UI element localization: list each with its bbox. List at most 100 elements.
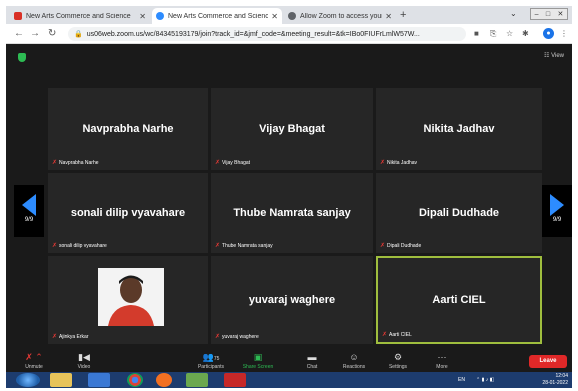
participants-button[interactable]: 👥75 Participants bbox=[189, 352, 233, 370]
tab-close-icon[interactable]: ✕ bbox=[385, 12, 392, 21]
participants-icon: 👥75 bbox=[202, 352, 220, 362]
tab-close-icon[interactable]: ✕ bbox=[139, 12, 146, 21]
share-icon[interactable]: ⎘ bbox=[490, 29, 496, 39]
url-text: us06web.zoom.us/wc/84345193179/join?trac… bbox=[86, 30, 420, 38]
muted-mic-icon: ✗ bbox=[52, 243, 58, 249]
star-icon[interactable]: ☆ bbox=[506, 29, 513, 38]
encryption-shield-icon[interactable] bbox=[18, 53, 26, 62]
muted-mic-icon: ✗ bbox=[380, 243, 386, 249]
language-indicator[interactable]: EN bbox=[458, 377, 465, 383]
page-indicator: 9/9 bbox=[552, 217, 562, 223]
tab-search-icon[interactable]: ⌄ bbox=[510, 9, 517, 18]
participant-name: Nikita Jadhav bbox=[423, 123, 495, 135]
participant-label: ✗ Thube Namrata sanjay bbox=[215, 242, 273, 250]
tab-2[interactable]: New Arts Commerce and Science ✕ bbox=[152, 8, 282, 24]
unmute-button[interactable]: ✗ ⌃ Unmute bbox=[12, 352, 56, 370]
gear-icon: ⚙ bbox=[393, 352, 403, 362]
muted-mic-icon: ✗ bbox=[215, 334, 221, 340]
pdf-reader-icon[interactable] bbox=[224, 373, 246, 387]
camera-icon[interactable]: ■ bbox=[474, 29, 479, 38]
participant-photo bbox=[98, 268, 164, 326]
media-player-icon[interactable] bbox=[156, 373, 172, 387]
globe-icon bbox=[288, 12, 296, 20]
start-button[interactable] bbox=[16, 373, 40, 387]
internet-explorer-icon[interactable] bbox=[88, 373, 110, 387]
chat-button[interactable]: ▬ Chat bbox=[290, 352, 334, 370]
share-screen-button[interactable]: ▣ Share Screen bbox=[236, 352, 280, 370]
participant-tile[interactable]: Thube Namrata sanjay ✗ Thube Namrata sanj… bbox=[211, 173, 373, 253]
participant-tile[interactable]: Dipali Dudhade ✗ Dipali Dudhade bbox=[376, 173, 542, 253]
participant-tile[interactable]: ✗ Ajinkya Erkar bbox=[48, 256, 208, 344]
participant-label-text: Thube Namrata sanjay bbox=[222, 242, 273, 249]
participant-label-text: Ajinkya Erkar bbox=[59, 333, 89, 340]
participant-name: yuvaraj waghere bbox=[248, 294, 336, 306]
muted-mic-icon: ✗ bbox=[382, 332, 388, 338]
tab-3[interactable]: Allow Zoom to access your came ✕ bbox=[284, 8, 396, 24]
tab-close-icon[interactable]: ✕ bbox=[271, 12, 278, 21]
tab-2-label: New Arts Commerce and Science bbox=[168, 12, 269, 20]
forward-icon[interactable]: → bbox=[30, 28, 40, 39]
participant-label-text: yuvaraj waghere bbox=[222, 333, 259, 340]
participant-name: Aarti CIEL bbox=[432, 294, 486, 306]
participant-name: Thube Namrata sanjay bbox=[233, 207, 351, 219]
participant-tile[interactable]: Vijay Bhagat ✗ Vijay Bhagat bbox=[211, 88, 373, 170]
chrome-icon[interactable] bbox=[127, 373, 143, 387]
share-screen-icon: ▣ bbox=[253, 352, 263, 362]
file-explorer-icon[interactable] bbox=[50, 373, 72, 387]
participant-name: sonali dilip vyavahare bbox=[70, 207, 186, 219]
leave-button[interactable]: Leave bbox=[529, 355, 567, 368]
minimize-icon[interactable]: – bbox=[535, 11, 539, 18]
participant-tile-active-speaker[interactable]: Aarti CIEL ✗ Aarti CIEL bbox=[376, 256, 542, 344]
back-icon[interactable]: ← bbox=[14, 28, 24, 39]
view-button[interactable]: ☷ View bbox=[544, 52, 564, 59]
browser-tab-strip: New Arts Commerce and Science ✕ New Arts… bbox=[6, 6, 572, 24]
tab-1-label: New Arts Commerce and Science bbox=[26, 12, 131, 20]
participant-label-text: sonali dilip vyavahare bbox=[59, 242, 107, 249]
new-tab-button[interactable]: + bbox=[400, 9, 406, 21]
settings-label: Settings bbox=[388, 364, 408, 370]
muted-mic-icon: ✗ bbox=[380, 160, 386, 166]
arrow-right-icon bbox=[550, 194, 564, 216]
settings-button[interactable]: ⚙ Settings bbox=[376, 352, 420, 370]
window-controls: – □ ✕ bbox=[530, 8, 568, 20]
muted-mic-icon: ✗ bbox=[215, 243, 221, 249]
participants-label: Participants bbox=[197, 364, 225, 370]
reactions-button[interactable]: ☺ Reactions bbox=[332, 352, 376, 370]
next-page-button[interactable]: 9/9 bbox=[542, 185, 572, 237]
unmute-label: Unmute bbox=[25, 364, 43, 370]
zoom-icon bbox=[156, 12, 164, 20]
participant-label: ✗ Navprabha Narhe bbox=[52, 159, 99, 167]
close-window-icon[interactable]: ✕ bbox=[557, 10, 563, 18]
previous-page-button[interactable]: 9/9 bbox=[14, 185, 44, 237]
participant-label-text: Nikita Jadhav bbox=[387, 159, 418, 166]
share-screen-label: Share Screen bbox=[242, 364, 274, 370]
participant-tile[interactable]: sonali dilip vyavahare ✗ sonali dilip vya… bbox=[48, 173, 208, 253]
view-label: View bbox=[551, 53, 564, 59]
chat-label: Chat bbox=[306, 364, 318, 370]
participant-name: Navprabha Narhe bbox=[82, 123, 174, 135]
image-viewer-icon[interactable] bbox=[186, 373, 208, 387]
participant-tile[interactable]: yuvaraj waghere ✗ yuvaraj waghere bbox=[211, 256, 373, 344]
participant-label-text: Navprabha Narhe bbox=[59, 159, 99, 166]
tab-1[interactable]: New Arts Commerce and Science ✕ bbox=[10, 8, 150, 24]
video-button[interactable]: ▮◀ Video bbox=[62, 352, 106, 370]
participant-tile[interactable]: Navprabha Narhe ✗ Navprabha Narhe bbox=[48, 88, 208, 170]
extensions-icon[interactable]: ✱ bbox=[522, 29, 529, 38]
tab-3-label: Allow Zoom to access your came bbox=[300, 12, 383, 20]
meeting-toolbar: ✗ ⌃ Unmute ▮◀ Video 👥75 Participants ▣ S… bbox=[6, 350, 572, 372]
maximize-icon[interactable]: □ bbox=[546, 11, 550, 18]
participant-label: ✗ Aarti CIEL bbox=[382, 331, 412, 339]
participant-label-text: Dipali Dudhade bbox=[387, 242, 422, 249]
participant-tile[interactable]: Nikita Jadhav ✗ Nikita Jadhav bbox=[376, 88, 542, 170]
page-indicator: 9/9 bbox=[24, 217, 34, 223]
clock-date: 28-01-2022 bbox=[542, 380, 568, 386]
screen: New Arts Commerce and Science ✕ New Arts… bbox=[6, 6, 572, 388]
address-bar[interactable]: 🔒 us06web.zoom.us/wc/84345193179/join?tr… bbox=[68, 27, 466, 41]
tray-icons[interactable]: ⌃ ▮ ♪ ◧ bbox=[476, 377, 494, 383]
menu-icon[interactable]: ⋮ bbox=[560, 29, 568, 38]
more-button[interactable]: ··· More bbox=[420, 352, 464, 370]
participant-label: ✗ yuvaraj waghere bbox=[215, 333, 259, 341]
clock[interactable]: 12:04 28-01-2022 bbox=[542, 373, 568, 387]
profile-avatar[interactable]: ● bbox=[543, 28, 554, 39]
reload-icon[interactable]: ↻ bbox=[48, 28, 56, 39]
